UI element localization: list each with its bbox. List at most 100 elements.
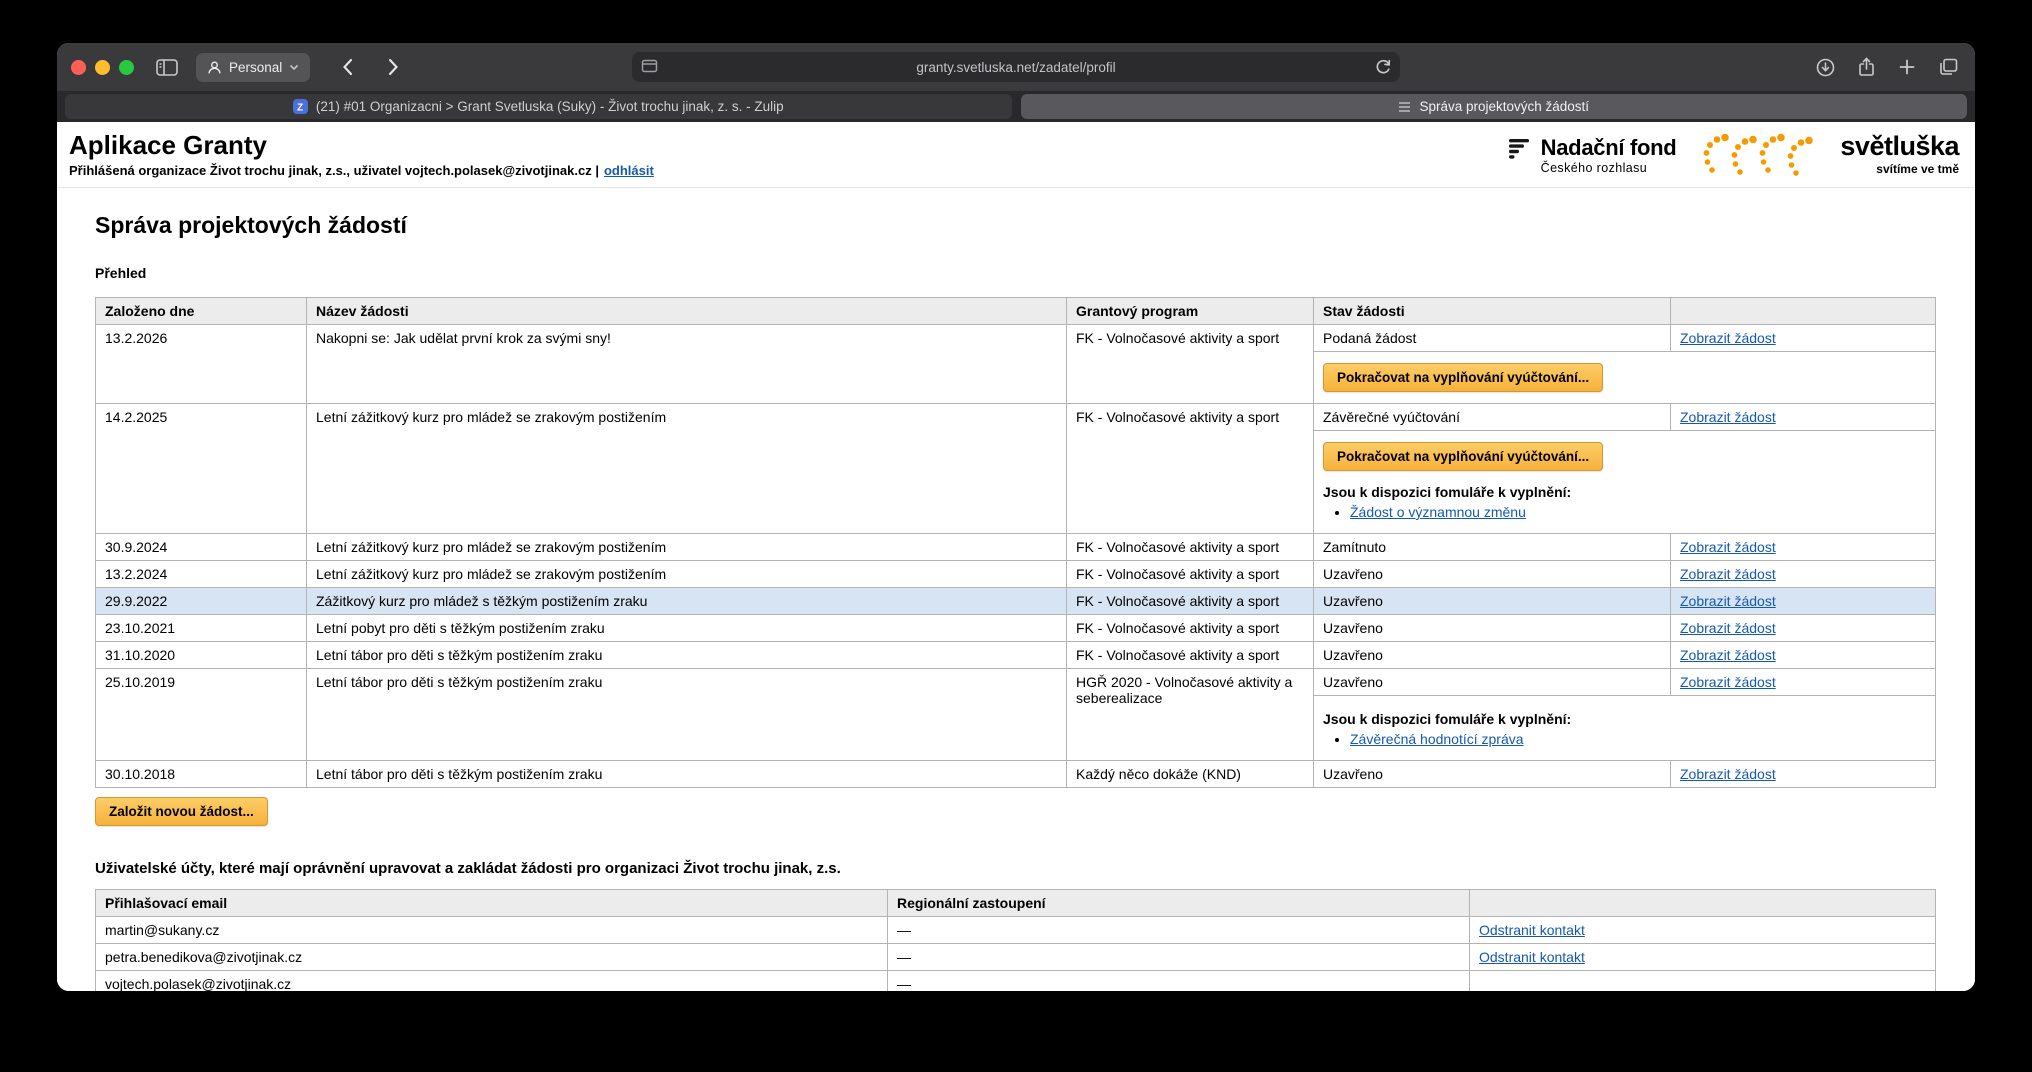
request-row: 14.2.2025Letní zážitkový kurz pro mládež… <box>96 404 1936 431</box>
request-name: Zážitkový kurz pro mládež s těžkým posti… <box>307 588 1067 615</box>
request-date: 30.10.2018 <box>96 761 307 788</box>
request-name: Letní tábor pro děti s těžkým postižením… <box>307 761 1067 788</box>
request-date: 25.10.2019 <box>96 669 307 761</box>
svetluska-title: světluška <box>1840 133 1959 160</box>
request-status: Závěrečné vyúčtování <box>1314 404 1671 431</box>
back-icon <box>342 58 353 76</box>
user-info-text: Přihlášená organizace Život trochu jinak… <box>69 163 599 178</box>
request-action-cell: Zobrazit žádost <box>1671 761 1936 788</box>
account-region: — <box>888 917 1470 944</box>
sidebar-toggle-button[interactable] <box>152 50 182 84</box>
download-icon <box>1816 58 1835 77</box>
forms-available-label: Jsou k dispozici fomuláře k vyplnění: <box>1323 484 1926 500</box>
remove-contact-link[interactable]: Odstranit kontakt <box>1479 949 1585 965</box>
request-subrow-cell: Jsou k dispozici fomuláře k vyplnění: Záv… <box>1314 696 1936 761</box>
tab-bar: Z (21) #01 Organizacni > Grant Svetluska… <box>57 91 1975 122</box>
account-row: vojtech.polasek@zivotjinak.cz— <box>96 971 1936 992</box>
view-request-link[interactable]: Zobrazit žádost <box>1680 620 1776 636</box>
tab-granty[interactable]: Správa projektových žádostí <box>1021 94 1968 119</box>
account-email: martin@sukany.cz <box>96 917 888 944</box>
url-text: granty.svetluska.net/zadatel/profil <box>632 60 1400 75</box>
nadacni-fond-title: Nadační fond <box>1541 135 1677 161</box>
account-email: petra.benedikova@zivotjinak.cz <box>96 944 888 971</box>
request-date: 30.9.2024 <box>96 534 307 561</box>
profile-menu[interactable]: Personal <box>196 53 310 82</box>
view-request-link[interactable]: Zobrazit žádost <box>1680 766 1776 782</box>
reload-button[interactable] <box>1375 58 1392 76</box>
tabs-icon <box>1939 58 1958 76</box>
request-status: Uzavřeno <box>1314 669 1671 696</box>
close-window-button[interactable] <box>71 60 86 75</box>
svetluska-subtitle: svítíme ve tmě <box>1840 162 1959 176</box>
request-name: Letní zážitkový kurz pro mládež se zrako… <box>307 404 1067 534</box>
request-name: Letní zážitkový kurz pro mládež se zrako… <box>307 534 1067 561</box>
zoom-window-button[interactable] <box>119 60 134 75</box>
downloads-button[interactable] <box>1810 50 1840 84</box>
view-request-link[interactable]: Zobrazit žádost <box>1680 647 1776 663</box>
view-request-link[interactable]: Zobrazit žádost <box>1680 593 1776 609</box>
request-status: Podaná žádost <box>1314 325 1671 352</box>
logout-link[interactable]: odhlásit <box>604 163 654 178</box>
tab-zulip[interactable]: Z (21) #01 Organizacni > Grant Svetluska… <box>65 94 1012 119</box>
request-date: 14.2.2025 <box>96 404 307 534</box>
continue-billing-button[interactable]: Pokračovat na vyplňování vyúčtování... <box>1323 442 1603 471</box>
request-date: 23.10.2021 <box>96 615 307 642</box>
share-icon <box>1858 57 1875 77</box>
account-email: vojtech.polasek@zivotjinak.cz <box>96 971 888 992</box>
request-action-cell: Zobrazit žádost <box>1671 325 1936 352</box>
request-subrow-cell: Pokračovat na vyplňování vyúčtování... <box>1314 352 1936 404</box>
request-subrow-cell: Pokračovat na vyplňování vyúčtování... Js… <box>1314 431 1936 534</box>
request-status: Zamítnuto <box>1314 534 1671 561</box>
new-request-button[interactable]: Založit novou žádost... <box>95 797 268 826</box>
column-header <box>1470 890 1936 917</box>
site-header: Aplikace Granty Přihlášená organizace Ži… <box>57 122 1975 188</box>
window-controls <box>71 60 134 75</box>
column-header: Název žádosti <box>307 298 1067 325</box>
zulip-icon: Z <box>293 99 308 114</box>
page-title: Správa projektových žádostí <box>95 212 1935 239</box>
view-request-link[interactable]: Zobrazit žádost <box>1680 674 1776 690</box>
view-request-link[interactable]: Zobrazit žádost <box>1680 330 1776 346</box>
column-header: Regionální zastoupení <box>888 890 1470 917</box>
requests-table-header-row: Založeno dne Název žádosti Grantový prog… <box>96 298 1936 325</box>
forms-list: Závěrečná hodnotící zpráva <box>1350 731 1926 747</box>
request-row: 13.2.2024Letní zážitkový kurz pro mládež… <box>96 561 1936 588</box>
overview-label: Přehled <box>95 265 1935 281</box>
request-program: FK - Volnočasové aktivity a sport <box>1067 642 1314 669</box>
account-row: martin@sukany.cz— Odstranit kontakt <box>96 917 1936 944</box>
app-title: Aplikace Granty <box>69 131 654 160</box>
minimize-window-button[interactable] <box>95 60 110 75</box>
site-header-left: Aplikace Granty Přihlášená organizace Ži… <box>69 131 654 178</box>
website-settings-icon[interactable] <box>641 59 658 74</box>
request-program: FK - Volnočasové aktivity a sport <box>1067 588 1314 615</box>
forward-icon <box>388 58 399 76</box>
form-link[interactable]: Závěrečná hodnotící zpráva <box>1350 731 1524 747</box>
new-tab-button[interactable] <box>1892 50 1922 84</box>
view-request-link[interactable]: Zobrazit žádost <box>1680 566 1776 582</box>
url-field[interactable]: granty.svetluska.net/zadatel/profil <box>632 52 1400 82</box>
continue-billing-button[interactable]: Pokračovat na vyplňování vyúčtování... <box>1323 363 1603 392</box>
back-button[interactable] <box>332 50 362 84</box>
view-request-link[interactable]: Zobrazit žádost <box>1680 409 1776 425</box>
request-action-cell: Zobrazit žádost <box>1671 642 1936 669</box>
tab-overview-button[interactable] <box>1933 50 1963 84</box>
form-list-item: Žádost o významnou změnu <box>1350 504 1926 520</box>
share-button[interactable] <box>1851 50 1881 84</box>
forms-available-label: Jsou k dispozici fomuláře k vyplnění: <box>1323 711 1926 727</box>
account-action-cell <box>1470 971 1936 992</box>
chevron-down-icon <box>289 64 299 71</box>
request-program: FK - Volnočasové aktivity a sport <box>1067 404 1314 534</box>
column-header: Grantový program <box>1067 298 1314 325</box>
request-date: 13.2.2026 <box>96 325 307 404</box>
accounts-table-body: martin@sukany.cz— Odstranit kontakt petra.… <box>96 917 1936 992</box>
user-icon <box>207 60 222 75</box>
nadacni-fond-subtitle: Českého rozhlasu <box>1541 161 1677 175</box>
account-region: — <box>888 944 1470 971</box>
forward-button[interactable] <box>378 50 408 84</box>
view-request-link[interactable]: Zobrazit žádost <box>1680 539 1776 555</box>
user-info: Přihlášená organizace Život trochu jinak… <box>69 163 654 178</box>
request-status: Uzavřeno <box>1314 561 1671 588</box>
form-link[interactable]: Žádost o významnou změnu <box>1350 504 1526 520</box>
account-action-cell: Odstranit kontakt <box>1470 944 1936 971</box>
remove-contact-link[interactable]: Odstranit kontakt <box>1479 922 1585 938</box>
